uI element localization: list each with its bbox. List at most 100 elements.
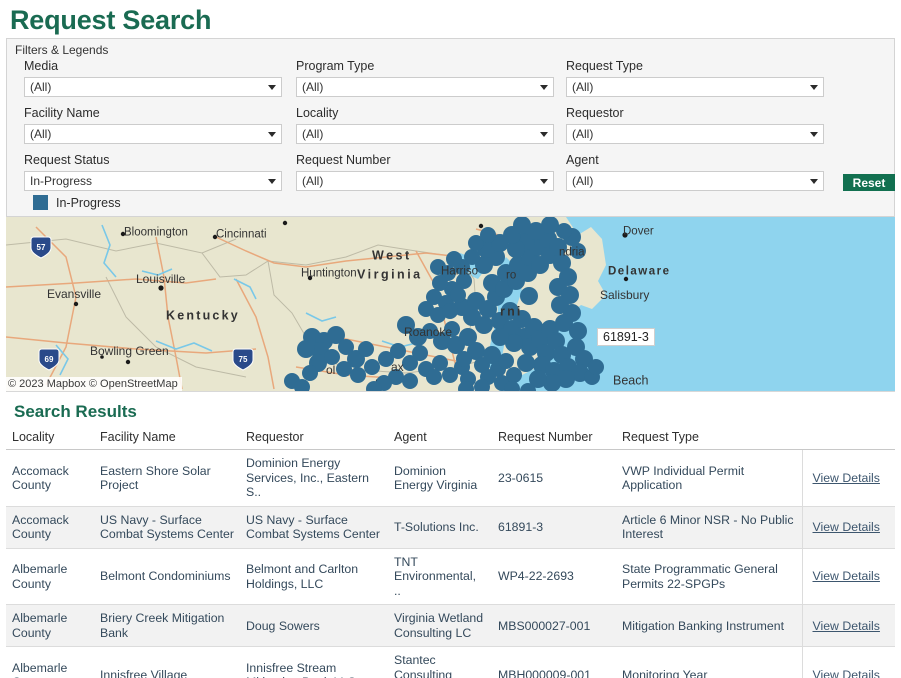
cell-details: View Details — [801, 646, 895, 678]
cell-agent: Stantec Consulting Serv.. — [388, 646, 492, 678]
legend-in-progress[interactable]: In-Progress — [33, 195, 121, 211]
column-header-facility-name[interactable]: Facility Name — [94, 430, 240, 451]
map-container[interactable]: Bloomington Cincinnati Dover Huntington Harr… — [6, 217, 895, 393]
cell-locality: Accomack County — [6, 506, 94, 549]
filter-program-type-value: (All) — [302, 80, 324, 95]
filter-agent-value: (All) — [572, 174, 594, 189]
cell-request-number: WP4-22-2693 — [492, 548, 616, 606]
map-label: Delaware — [608, 266, 671, 278]
cell-request-type: VWP Individual Permit Application — [616, 449, 802, 507]
cell-facility-name: Innisfree Village — [94, 646, 240, 678]
filter-facility-name-label: Facility Name — [24, 106, 100, 121]
filter-media-value: (All) — [30, 80, 52, 95]
filter-grid: Media (All) Program Type (All) Request T… — [7, 59, 894, 200]
column-header-details — [802, 430, 895, 451]
filter-requestor-value: (All) — [572, 127, 594, 142]
filter-request-status-value: In-Progress — [30, 174, 93, 189]
cell-facility-name: Briery Creek Mitigation Bank — [94, 604, 240, 648]
column-header-request-type[interactable]: Request Type — [616, 430, 802, 451]
filter-agent-select[interactable]: (All) — [566, 171, 824, 192]
table-row[interactable]: Albemarle County Briery Creek Mitigation … — [6, 604, 895, 648]
view-details-link[interactable]: View Details — [813, 668, 880, 678]
map-canvas[interactable]: Bloomington Cincinnati Dover Huntington Harr… — [6, 217, 895, 392]
cell-request-number: 23-0615 — [492, 449, 616, 507]
cell-locality: Albemarle County — [6, 646, 94, 678]
filter-facility-name-value: (All) — [30, 127, 52, 142]
map-label: Harriso — [441, 266, 478, 278]
cell-facility-name: Eastern Shore Solar Project — [94, 449, 240, 507]
map-label: Dover — [623, 226, 654, 238]
filter-request-type: Request Type (All) — [549, 59, 824, 106]
filter-request-number: Request Number (All) — [279, 153, 554, 200]
column-header-requestor[interactable]: Requestor — [240, 430, 388, 451]
cell-details: View Details — [801, 506, 895, 549]
filter-request-number-select[interactable]: (All) — [296, 171, 554, 192]
cell-locality: Accomack County — [6, 449, 94, 507]
filter-request-number-value: (All) — [302, 174, 324, 189]
chevron-down-icon — [810, 179, 818, 185]
reset-button[interactable]: Reset — [843, 174, 895, 192]
cell-request-type: Article 6 Minor NSR - No Public Interest — [616, 506, 802, 549]
filters-panel-title: Filters & Legends — [15, 43, 109, 58]
column-header-locality[interactable]: Locality — [6, 430, 94, 451]
search-results-title: Search Results — [14, 402, 137, 422]
filter-row-3: Request Status In-Progress Request Numbe… — [7, 153, 894, 200]
cell-requestor: Belmont and Carlton Holdings, LLC — [240, 548, 388, 606]
chevron-down-icon — [810, 85, 818, 91]
column-header-agent[interactable]: Agent — [388, 430, 492, 451]
filters-panel: Filters & Legends Media (All) Program Ty… — [6, 38, 895, 218]
cell-request-number: 61891-3 — [492, 506, 616, 549]
svg-text:57: 57 — [37, 243, 46, 252]
page-title: Request Search — [10, 5, 212, 35]
legend-label: In-Progress — [56, 195, 121, 210]
table-row[interactable]: Accomack County US Navy - Surface Combat … — [6, 506, 895, 549]
filter-facility-name-select[interactable]: (All) — [24, 124, 282, 145]
filter-program-type-label: Program Type — [296, 59, 375, 74]
filter-locality: Locality (All) — [279, 106, 554, 153]
view-details-link[interactable]: View Details — [813, 471, 880, 485]
map-label: Kentucky — [166, 309, 240, 323]
filter-request-status-select[interactable]: In-Progress — [24, 171, 282, 192]
svg-text:69: 69 — [45, 355, 54, 364]
chevron-down-icon — [268, 85, 276, 91]
table-row[interactable]: Albemarle CountyInnisfree VillageInnisfr… — [6, 646, 895, 678]
legend-color-swatch — [33, 195, 48, 211]
chevron-down-icon — [268, 179, 276, 185]
filter-locality-label: Locality — [296, 106, 339, 121]
table-row[interactable]: Albemarle County Belmont Condominiums Belm… — [6, 548, 895, 606]
cell-details: View Details — [801, 449, 895, 507]
filter-request-status-label: Request Status — [24, 153, 110, 168]
view-details-link[interactable]: View Details — [813, 520, 880, 534]
map-label: ro — [506, 270, 516, 282]
map-label: Roanoke — [404, 325, 452, 339]
table-body: Accomack County Eastern Shore Solar Proje… — [6, 449, 895, 678]
filter-request-type-select[interactable]: (All) — [566, 77, 824, 98]
column-header-request-number[interactable]: Request Number — [492, 430, 616, 451]
cell-locality: Albemarle County — [6, 604, 94, 648]
filter-program-type: Program Type (All) — [279, 59, 554, 106]
filter-requestor: Requestor (All) — [549, 106, 824, 153]
filter-request-status: Request Status In-Progress — [7, 153, 282, 200]
svg-text:75: 75 — [239, 355, 248, 364]
filter-program-type-select[interactable]: (All) — [296, 77, 554, 98]
map-label: Virginia — [357, 268, 423, 282]
cell-facility-name: Belmont Condominiums — [94, 548, 240, 606]
table-header-row: Locality Facility Name Requestor Agent R… — [6, 430, 895, 451]
filter-locality-value: (All) — [302, 127, 324, 142]
view-details-link[interactable]: View Details — [813, 619, 880, 633]
map-label: Beach — [613, 374, 648, 388]
filter-requestor-select[interactable]: (All) — [566, 124, 824, 145]
view-details-link[interactable]: View Details — [813, 569, 880, 583]
table-row[interactable]: Accomack County Eastern Shore Solar Proje… — [6, 449, 895, 507]
cell-requestor: Innisfree Stream Mitigation Bank LLC — [240, 646, 388, 678]
cell-request-number: MBS000027-001 — [492, 604, 616, 648]
filter-media-select[interactable]: (All) — [24, 77, 282, 98]
filter-requestor-label: Requestor — [566, 106, 624, 121]
cell-request-type: State Programmatic General Permits 22-SP… — [616, 548, 802, 606]
map-label: ax — [391, 360, 404, 374]
cell-agent: Virginia Wetland Consulting LC — [388, 604, 492, 648]
search-results-table: Locality Facility Name Requestor Agent R… — [6, 430, 895, 678]
map-label: Huntington — [301, 268, 357, 280]
filter-locality-select[interactable]: (All) — [296, 124, 554, 145]
cell-details: View Details — [801, 548, 895, 606]
